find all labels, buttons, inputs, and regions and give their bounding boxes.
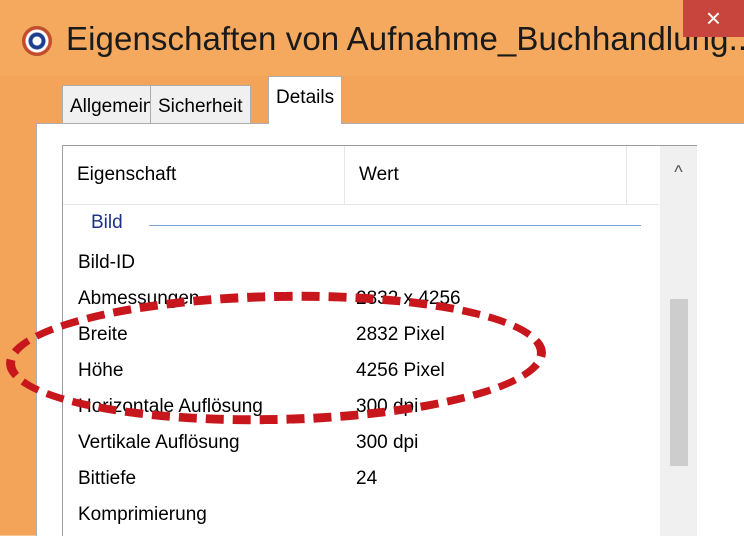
group-divider — [149, 225, 641, 226]
property-name: Komprimierung — [78, 504, 207, 525]
tab-allgemein[interactable]: Allgemein — [62, 85, 162, 123]
scroll-thumb[interactable] — [670, 299, 688, 466]
tab-details[interactable]: Details — [268, 76, 343, 124]
title-bar[interactable]: Eigenschaften von Aufnahme_Buchhandlung.… — [0, 0, 744, 76]
app-icon — [22, 26, 52, 56]
column-header-wert[interactable]: Wert — [345, 146, 627, 204]
tab-sicherheit[interactable]: Sicherheit — [150, 85, 251, 123]
table-row[interactable]: Bild-ID — [63, 246, 659, 282]
vertical-scrollbar[interactable]: ^ — [660, 146, 697, 536]
tab-strip: Allgemein Sicherheit Details — [0, 76, 744, 124]
column-header-eigenschaft[interactable]: Eigenschaft — [63, 146, 345, 204]
property-value: 24 — [356, 468, 378, 489]
table-row[interactable]: Bittiefe 24 — [63, 462, 659, 498]
property-value: 300 dpi — [356, 432, 419, 453]
table-row[interactable]: Vertikale Auflösung 300 dpi — [63, 426, 659, 462]
property-name: Vertikale Auflösung — [78, 432, 240, 453]
group-label: Bild — [91, 212, 123, 233]
close-button[interactable]: × — [683, 0, 744, 37]
property-name: Bittiefe — [78, 468, 137, 489]
scroll-up-icon[interactable]: ^ — [660, 162, 697, 192]
group-header-bild[interactable]: Bild — [63, 206, 659, 242]
properties-window: Eigenschaften von Aufnahme_Buchhandlung.… — [0, 0, 744, 536]
table-row[interactable]: Komprimierung — [63, 498, 659, 534]
column-header-row: Eigenschaft Wert — [63, 146, 659, 205]
window-title: Eigenschaften von Aufnahme_Buchhandlung.… — [66, 20, 744, 57]
property-name: Bild-ID — [78, 252, 136, 273]
